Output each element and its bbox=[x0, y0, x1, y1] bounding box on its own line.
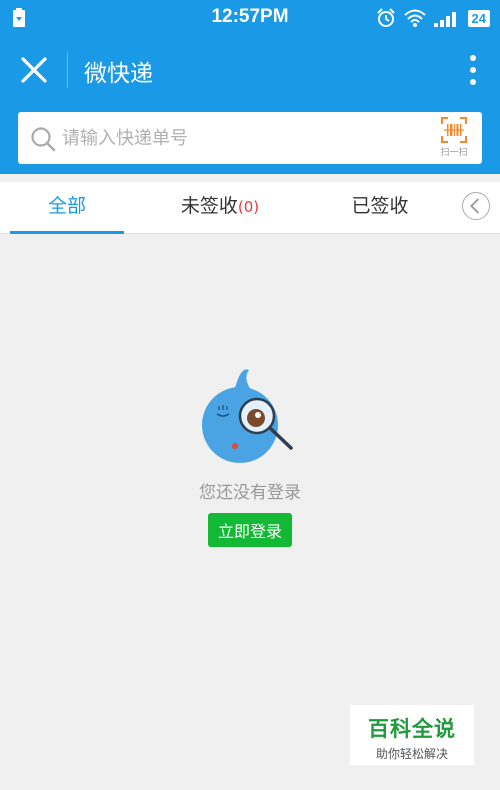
status-bar: 12:57PM 24 bbox=[0, 0, 500, 36]
battery-icon: 24 bbox=[467, 9, 490, 27]
watermark-title: 百科全说 bbox=[368, 717, 456, 741]
page-title: 微快递 bbox=[84, 61, 153, 87]
barcode-scan-icon bbox=[441, 117, 467, 143]
wifi-icon bbox=[403, 9, 426, 27]
tab-all-label: 全部 bbox=[47, 195, 86, 217]
chevron-left-icon[interactable] bbox=[462, 192, 490, 220]
search-icon bbox=[31, 127, 56, 152]
signal-icon bbox=[433, 12, 456, 27]
unsigned-count-badge: (0) bbox=[237, 198, 260, 216]
header-divider bbox=[67, 52, 68, 88]
tab-unsigned[interactable]: 未签收(0) bbox=[175, 182, 265, 234]
close-icon[interactable] bbox=[18, 54, 50, 86]
more-vertical-icon[interactable] bbox=[468, 54, 478, 86]
tab-unsigned-label: 未签收 bbox=[180, 195, 238, 217]
empty-state: 您还没有登录 立即登录 bbox=[0, 360, 500, 547]
watermark-subtitle: 助你轻松解决 bbox=[375, 747, 448, 761]
tab-signed-label: 已签收 bbox=[351, 195, 409, 217]
search-box: 扫一扫 bbox=[18, 112, 482, 164]
tab-signed[interactable]: 已签收 bbox=[330, 182, 430, 234]
search-bar: 扫一扫 bbox=[0, 104, 500, 174]
not-logged-in-text: 您还没有登录 bbox=[199, 483, 301, 503]
scan-label: 扫一扫 bbox=[440, 148, 468, 158]
tab-all[interactable]: 全部 bbox=[10, 182, 124, 234]
alarm-icon bbox=[376, 8, 395, 27]
app-header: 微快递 bbox=[0, 36, 500, 104]
scan-button[interactable]: 扫一扫 bbox=[434, 116, 474, 160]
search-input[interactable] bbox=[62, 118, 422, 158]
login-button[interactable]: 立即登录 bbox=[207, 513, 292, 547]
watermark: 百科全说 助你轻松解决 bbox=[350, 705, 474, 765]
mascot-magnifier-illustration bbox=[202, 369, 293, 463]
tab-bar: 全部 未签收(0) 已签收 bbox=[0, 182, 500, 234]
